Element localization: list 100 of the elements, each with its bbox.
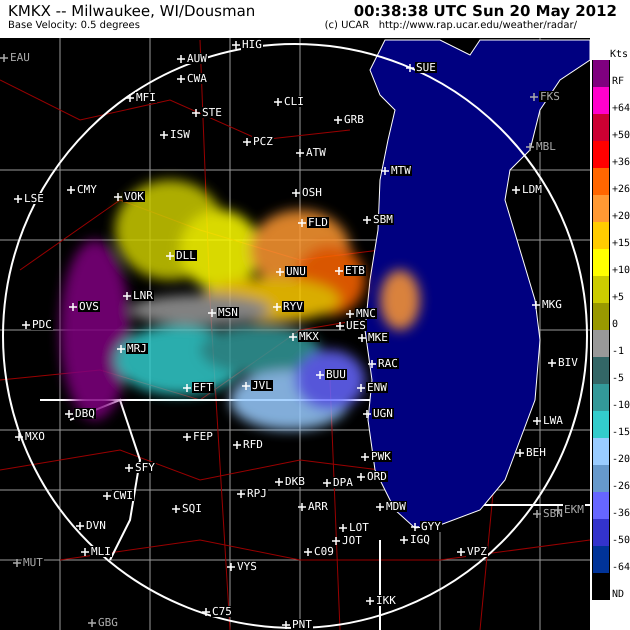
station-marker-icon xyxy=(177,54,185,62)
station-label: IGQ xyxy=(409,534,431,545)
station-marker-icon xyxy=(22,320,30,328)
legend-label: RF xyxy=(612,77,624,87)
station-label: UGN xyxy=(372,408,394,419)
station-label: RPJ xyxy=(246,488,268,499)
credit-text: (c) UCAR http://www.rap.ucar.edu/weather/radar/ xyxy=(324,20,577,31)
station-label: ETB xyxy=(344,265,366,276)
legend-label: -15 xyxy=(612,428,630,438)
station-marker-icon xyxy=(366,596,374,604)
station-marker-icon xyxy=(208,308,216,316)
station-marker-icon xyxy=(381,166,389,174)
legend-label: -10 xyxy=(612,401,630,411)
station-label: DKB xyxy=(284,476,306,487)
station-marker-icon xyxy=(192,108,200,116)
station-label: PCZ xyxy=(252,136,274,147)
station-label: MKX xyxy=(298,331,320,342)
station-label: C75 xyxy=(211,606,233,617)
station-label: FEP xyxy=(192,431,214,442)
station-label: MKG xyxy=(541,299,563,310)
station-label: RFD xyxy=(242,439,264,450)
station-marker-icon xyxy=(125,464,133,472)
station-marker-icon xyxy=(363,216,371,224)
legend-label: -1 xyxy=(612,347,624,357)
station-marker-icon xyxy=(516,448,524,456)
legend-label: +20 xyxy=(612,212,630,222)
station-label: DBQ xyxy=(74,408,96,419)
station-label: ARR xyxy=(307,501,329,512)
station-marker-icon xyxy=(67,186,75,194)
station-marker-icon xyxy=(123,292,131,300)
station-label: ISW xyxy=(169,129,191,140)
station-marker-icon xyxy=(363,410,371,418)
station-marker-icon xyxy=(532,300,540,308)
station-marker-icon xyxy=(304,548,312,556)
station-label: OSH xyxy=(301,187,323,198)
station-marker-icon xyxy=(332,536,340,544)
station-label: MFI xyxy=(135,92,157,103)
station-label: VPZ xyxy=(466,546,488,557)
station-marker-icon xyxy=(14,194,22,202)
station-label: CWA xyxy=(186,73,208,84)
station-label: LOT xyxy=(348,522,370,533)
station-label: EKM xyxy=(563,504,585,515)
station-marker-icon xyxy=(376,502,384,510)
station-label: JVL xyxy=(251,380,273,391)
station-label: BEH xyxy=(525,447,547,458)
product-label: Base Velocity: 0.5 degrees xyxy=(8,20,140,31)
legend-label: +10 xyxy=(612,266,630,276)
station-label: LWA xyxy=(542,415,564,426)
station-marker-icon xyxy=(227,562,235,570)
station-label: PDC xyxy=(31,319,53,330)
station-label: PNT xyxy=(291,619,313,630)
station-marker-icon xyxy=(117,344,125,352)
station-marker-icon xyxy=(358,334,366,342)
station-label: EAU xyxy=(9,52,31,63)
station-label: MXO xyxy=(24,431,46,442)
station-marker-icon xyxy=(172,504,180,512)
station-label: SBM xyxy=(372,214,394,225)
station-marker-icon xyxy=(289,332,297,340)
station-marker-icon xyxy=(183,384,191,392)
legend-label: +50 xyxy=(612,131,630,141)
station-label: DVN xyxy=(85,520,107,531)
station-marker-icon xyxy=(298,218,306,226)
station-label: SQI xyxy=(181,503,203,514)
station-label: JOT xyxy=(341,535,363,546)
legend-label: +36 xyxy=(612,158,630,168)
station-marker-icon xyxy=(177,74,185,82)
station-label: MDW xyxy=(385,501,407,512)
station-label: GBG xyxy=(97,617,119,628)
station-marker-icon xyxy=(357,472,365,480)
station-label: FKS xyxy=(539,91,561,102)
station-label: ATW xyxy=(305,147,327,158)
legend-label: -5 xyxy=(612,374,624,384)
station-marker-icon xyxy=(76,522,84,530)
station-marker-icon xyxy=(336,322,344,330)
station-label: LDM xyxy=(521,184,543,195)
station-label: UES xyxy=(345,320,367,331)
station-label: GYY xyxy=(420,521,442,532)
station-marker-icon xyxy=(368,360,376,368)
station-marker-icon xyxy=(400,536,408,544)
station-marker-icon xyxy=(296,148,304,156)
station-marker-icon xyxy=(533,510,541,518)
station-label: MLI xyxy=(90,546,112,557)
station-label: CMY xyxy=(76,184,98,195)
legend-label: ND xyxy=(612,590,624,600)
station-label: LNR xyxy=(132,290,154,301)
station-marker-icon xyxy=(243,138,251,146)
station-label: AUW xyxy=(186,53,208,64)
station-marker-icon xyxy=(237,490,245,498)
station-label: CLI xyxy=(283,96,305,107)
station-label: STE xyxy=(201,107,223,118)
station-label: MNC xyxy=(355,308,377,319)
station-label: CWI xyxy=(112,490,134,501)
legend-label: +64 xyxy=(612,104,630,114)
station-label: ORD xyxy=(366,471,388,482)
station-marker-icon xyxy=(339,524,347,532)
station-label: MBL xyxy=(535,141,557,152)
station-label: C09 xyxy=(313,546,335,557)
legend-label: +26 xyxy=(612,185,630,195)
station-marker-icon xyxy=(530,92,538,100)
station-label: EFT xyxy=(192,382,214,393)
